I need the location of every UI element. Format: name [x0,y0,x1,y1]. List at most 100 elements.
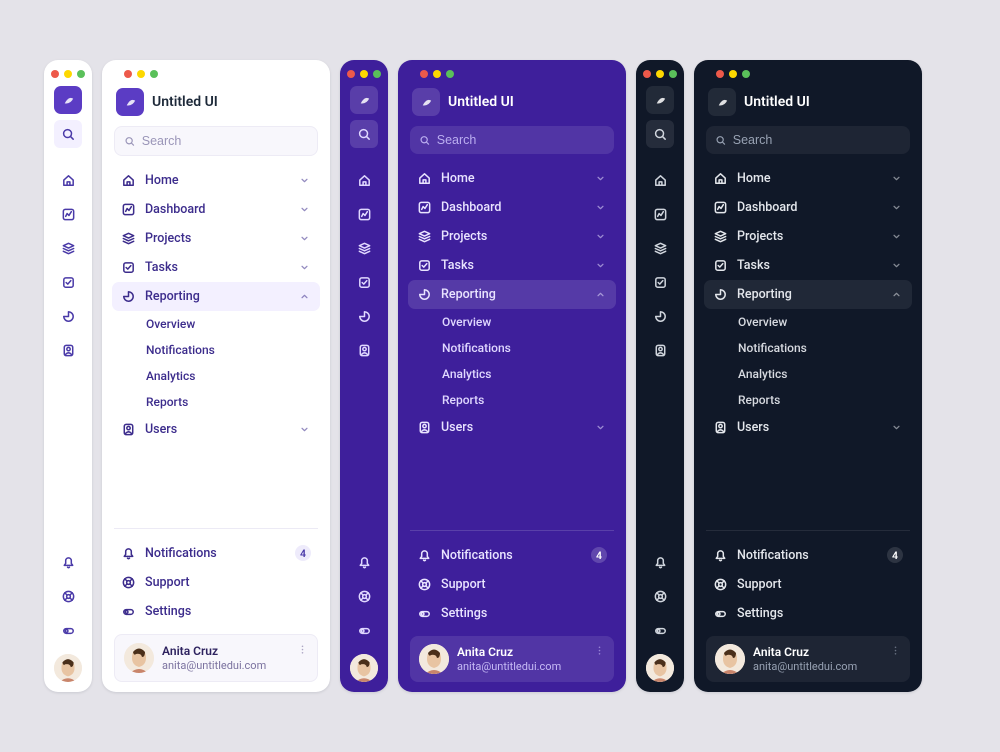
search-input[interactable] [114,126,318,156]
nav-users[interactable] [54,336,82,364]
app-logo[interactable] [54,86,82,114]
user-avatar[interactable] [646,654,674,682]
nav-tasks[interactable] [54,268,82,296]
user-card[interactable]: Anita Cruz anita@untitledui.com [114,634,318,682]
nav-settings[interactable] [646,616,674,644]
nav-dashboard[interactable] [54,200,82,228]
user-avatar[interactable] [54,654,82,682]
nav-home[interactable] [646,166,674,194]
nav-item-users[interactable]: Users [408,413,616,442]
user-card[interactable]: Anita Cruzanita@untitledui.com [706,636,910,682]
nav-tasks[interactable] [646,268,674,296]
nav-users[interactable] [350,336,378,364]
search-input[interactable] [410,126,614,154]
user-name: Anita Cruz [457,645,561,659]
nav-notifications[interactable] [646,548,674,576]
kebab-icon[interactable] [889,644,902,657]
subnav-overview[interactable]: Overview [408,309,616,335]
window-controls [631,60,689,78]
nav-notifications[interactable] [350,548,378,576]
nav-item-tasks[interactable]: Tasks [704,251,912,280]
nav-tasks[interactable] [350,268,378,296]
user-avatar[interactable] [350,654,378,682]
nav-item-support[interactable]: Support [408,570,616,599]
subnav-overview[interactable]: Overview [112,311,320,337]
nav-support[interactable] [646,582,674,610]
app-logo[interactable] [350,86,378,114]
nav-label: Dashboard [737,200,881,215]
nav-item-settings[interactable]: Settings [112,597,320,626]
nav-item-dashboard[interactable]: Dashboard [408,193,616,222]
nav-item-notifications[interactable]: Notifications4 [704,540,912,570]
nav-item-reporting[interactable]: Reporting [112,282,320,311]
nav-item-home[interactable]: Home [408,164,616,193]
nav-item-tasks[interactable]: Tasks [112,253,320,282]
nav-reporting[interactable] [350,302,378,330]
nav-item-projects[interactable]: Projects [704,222,912,251]
app-logo[interactable] [412,88,440,116]
nav-item-projects[interactable]: Projects [408,222,616,251]
nav-item-notifications[interactable]: Notifications 4 [112,538,320,568]
search-field[interactable] [437,133,605,147]
nav-settings[interactable] [54,616,82,644]
search-button[interactable] [350,120,378,148]
search-icon [715,134,727,147]
nav-item-dashboard[interactable]: Dashboard [704,193,912,222]
nav-home[interactable] [54,166,82,194]
subnav-analytics[interactable]: Analytics [112,363,320,389]
subnav-analytics[interactable]: Analytics [704,361,912,387]
subnav-notifications[interactable]: Notifications [704,335,912,361]
search-button[interactable] [54,120,82,148]
subnav-reports[interactable]: Reports [112,389,320,415]
nav-item-home[interactable]: Home [704,164,912,193]
subnav-reports[interactable]: Reports [704,387,912,413]
nav-item-home[interactable]: Home [112,166,320,195]
nav-item-reporting[interactable]: Reporting [408,280,616,309]
support-icon [713,577,728,592]
nav-reporting[interactable] [54,302,82,330]
sidebar-collapsed-purple [340,60,388,692]
nav-projects[interactable] [350,234,378,262]
user-avatar [124,643,154,673]
nav-projects[interactable] [646,234,674,262]
search-field[interactable] [142,134,308,148]
nav-item-dashboard[interactable]: Dashboard [112,195,320,224]
nav-projects[interactable] [54,234,82,262]
subnav-overview[interactable]: Overview [704,309,912,335]
nav-item-support[interactable]: Support [112,568,320,597]
nav-item-settings[interactable]: Settings [704,599,912,628]
kebab-icon[interactable] [296,643,309,656]
app-logo[interactable] [646,86,674,114]
search-input[interactable] [706,126,910,154]
nav-dashboard[interactable] [646,200,674,228]
nav-support[interactable] [54,582,82,610]
nav-item-users[interactable]: Users [704,413,912,442]
subnav-notifications[interactable]: Notifications [408,335,616,361]
nav-item-projects[interactable]: Projects [112,224,320,253]
reporting-icon [713,287,728,302]
nav-item-settings[interactable]: Settings [408,599,616,628]
subnav-analytics[interactable]: Analytics [408,361,616,387]
nav-dashboard[interactable] [350,200,378,228]
nav-item-support[interactable]: Support [704,570,912,599]
nav-support[interactable] [350,582,378,610]
search-field[interactable] [733,133,901,147]
nav-item-notifications[interactable]: Notifications4 [408,540,616,570]
nav-notifications[interactable] [54,548,82,576]
nav-users[interactable] [646,336,674,364]
search-button[interactable] [646,120,674,148]
app-logo[interactable] [708,88,736,116]
nav-item-users[interactable]: Users [112,415,320,444]
nav-settings[interactable] [350,616,378,644]
nav-item-tasks[interactable]: Tasks [408,251,616,280]
kebab-icon[interactable] [593,644,606,657]
nav-item-reporting[interactable]: Reporting [704,280,912,309]
subnav-reports[interactable]: Reports [408,387,616,413]
nav-home[interactable] [350,166,378,194]
app-logo[interactable] [116,88,144,116]
nav-reporting[interactable] [646,302,674,330]
subnav-notifications[interactable]: Notifications [112,337,320,363]
brand-name: Untitled UI [152,94,218,110]
user-card[interactable]: Anita Cruzanita@untitledui.com [410,636,614,682]
brand-name: Untitled UI [744,94,810,110]
